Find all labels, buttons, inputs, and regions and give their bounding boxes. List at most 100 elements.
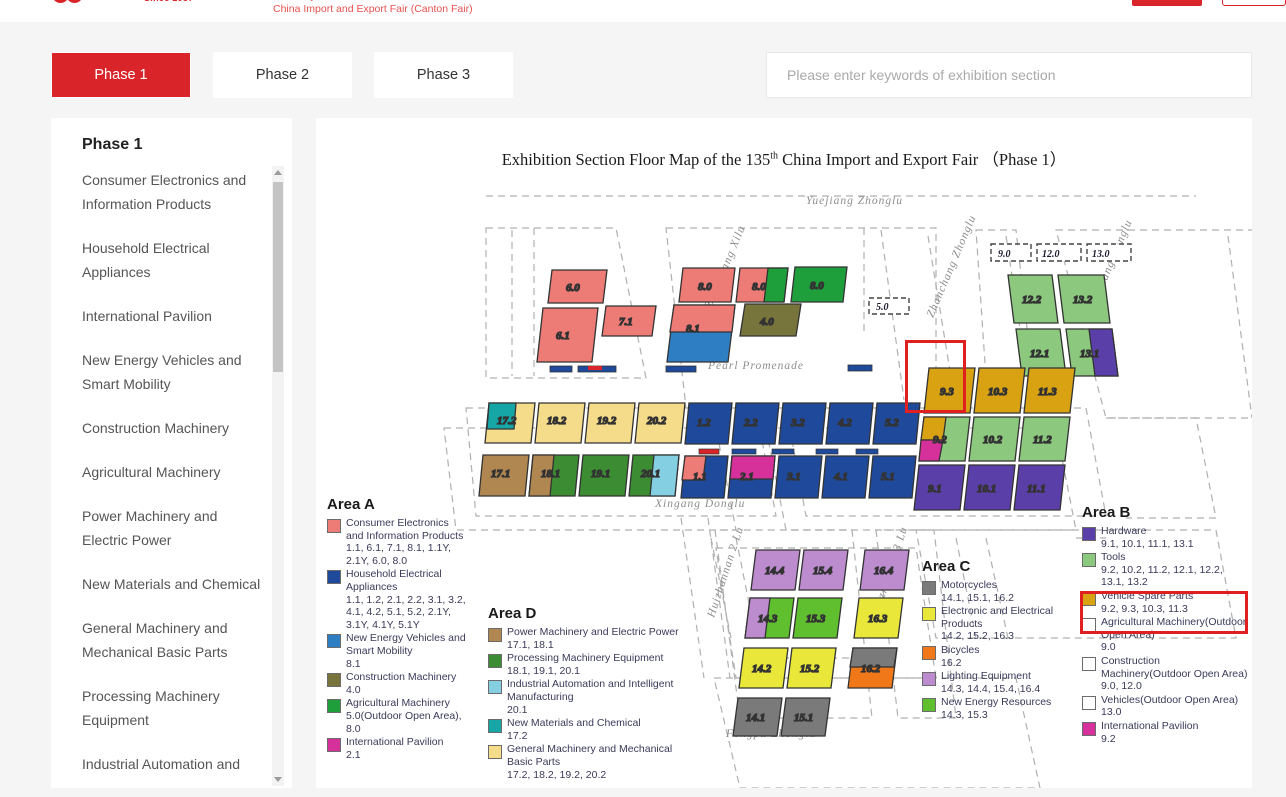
svg-text:18.1: 18.1	[541, 468, 560, 480]
legend-item-consumer-electronics[interactable]: Consumer Electronics and Information Pro…	[327, 517, 467, 567]
hall-17-1[interactable]: 17.1	[478, 454, 530, 497]
hall-18-1[interactable]: 18.1	[528, 454, 580, 497]
hall-19-2[interactable]: 19.2	[584, 402, 636, 444]
halls-1-5-upper: 1.2 2.2 3.2 4.2 5.2	[684, 402, 921, 445]
legend-item-household-appliances[interactable]: Household Electrical Appliances 1.1, 1.2,…	[327, 568, 467, 631]
hall-15-4[interactable]: 15.4	[798, 549, 849, 591]
hall-20-1[interactable]: 20.1	[628, 454, 680, 497]
hall-18-2[interactable]: 18.2	[534, 402, 586, 444]
legend-item-new-materials-chemical[interactable]: New Materials and Chemical 17.2	[488, 717, 700, 742]
legend-area-c: Area C Motorcycles 14.1, 15.1, 16.2 Elect…	[922, 558, 1070, 723]
hall-7-1[interactable]: 7.1	[601, 305, 657, 337]
hall-9-3[interactable]: 9.3	[923, 367, 976, 414]
sidebar-item-household-electrical-appliances[interactable]: Household Electrical Appliances	[82, 236, 266, 284]
hall-12-2[interactable]: 12.2	[1007, 274, 1059, 324]
hall-10-3[interactable]: 10.3	[973, 367, 1026, 414]
legend-swatch-lighting-equipment	[922, 672, 936, 687]
hall-16-2[interactable]: 16.2	[847, 647, 898, 689]
hall-4-1[interactable]: 4.1	[821, 455, 870, 499]
hall-5-1[interactable]: 5.1	[868, 455, 917, 499]
legend-item-hardware[interactable]: Hardware 9.1, 10.1, 11.1, 13.1	[1082, 525, 1248, 550]
sidebar-item-new-energy-vehicles[interactable]: New Energy Vehicles and Smart Mobility	[82, 348, 266, 396]
hall-11-3[interactable]: 11.3	[1023, 367, 1076, 414]
hall-4-0[interactable]: 4.0	[739, 303, 802, 337]
legend-item-tools[interactable]: Tools 9.2, 10.2, 11.2, 12.1, 12.2, 13.1, …	[1082, 551, 1248, 589]
hall-1-1[interactable]: 1.1	[680, 455, 729, 499]
legend-item-electronic-electrical[interactable]: Electronic and Electrical Products 14.2, …	[922, 605, 1070, 643]
search-input[interactable]	[767, 53, 1251, 97]
sidebar-scrollbar[interactable]	[272, 166, 284, 786]
search-container[interactable]	[766, 52, 1252, 98]
legend-item-agricultural-machinery[interactable]: Agricultural Machinery 5.0(Outdoor Open A…	[327, 697, 467, 735]
legend-item-agricultural-machinery-outdoor[interactable]: Agricultural Machinery(Outdoor Open Area…	[1082, 616, 1248, 654]
hall-8-0-c[interactable]: 8.0	[790, 266, 848, 303]
hall-11-2[interactable]: 11.2	[1018, 416, 1071, 462]
legend-label: Bicycles	[941, 643, 980, 656]
legend-item-international-pavilion-a[interactable]: International Pavilion 2.1	[327, 736, 467, 761]
scroll-down-arrow-icon[interactable]	[272, 773, 284, 786]
legend-item-general-machinery[interactable]: General Machinery and Mechanical Basic P…	[488, 743, 700, 781]
legend-item-power-machinery[interactable]: Power Machinery and Electric Power 17.1, …	[488, 626, 700, 651]
legend-item-construction-machinery[interactable]: Construction Machinery 4.0	[327, 671, 467, 696]
legend-item-construction-machinery-outdoor[interactable]: Construction Machinery(Outdoor Open Area…	[1082, 655, 1248, 693]
legend-item-bicycles[interactable]: Bicycles 16.2	[922, 644, 1070, 669]
hall-13-2[interactable]: 13.2	[1057, 274, 1111, 324]
header-primary-button[interactable]	[1132, 0, 1202, 6]
hall-14-3[interactable]: 14.3	[744, 597, 795, 639]
hall-10-2[interactable]: 10.2	[968, 416, 1021, 462]
tab-phase-1[interactable]: Phase 1	[51, 52, 191, 98]
sidebar-item-power-machinery[interactable]: Power Machinery and Electric Power	[82, 504, 266, 552]
hall-15-3[interactable]: 15.3	[792, 597, 843, 639]
hall-16-4[interactable]: 16.4	[859, 549, 910, 591]
hall-20-2[interactable]: 20.2	[634, 402, 686, 444]
hall-3-1[interactable]: 3.1	[774, 455, 823, 499]
legend-item-new-energy-resources[interactable]: New Energy Resources 14.3, 15.3	[922, 696, 1070, 721]
hall-19-1[interactable]: 19.1	[578, 454, 630, 497]
hall-8-0-a[interactable]: 8.0	[678, 267, 736, 303]
legend-item-processing-machinery[interactable]: Processing Machinery Equipment 18.1, 19.1…	[488, 652, 700, 677]
hall-4-2[interactable]: 4.2	[825, 402, 874, 445]
hall-14-1[interactable]: 14.1	[732, 697, 783, 737]
hall-3-2[interactable]: 3.2	[778, 402, 827, 445]
sidebar-item-international-pavilion[interactable]: International Pavilion	[82, 304, 266, 328]
hall-1-2[interactable]: 1.2	[684, 402, 733, 445]
legend-item-international-pavilion-b[interactable]: International Pavilion 9.2	[1082, 720, 1248, 745]
hall-14-4[interactable]: 14.4	[750, 549, 801, 591]
legend-item-new-energy-vehicles[interactable]: New Energy Vehicles and Smart Mobility 8.…	[327, 632, 467, 670]
legend-item-vehicles-outdoor[interactable]: Vehicles(Outdoor Open Area) 13.0	[1082, 694, 1248, 719]
hall-14-2[interactable]: 14.2	[738, 647, 789, 689]
hall-15-2[interactable]: 15.2	[786, 647, 837, 689]
legend-item-motorcycles[interactable]: Motorcycles 14.1, 15.1, 16.2	[922, 579, 1070, 604]
hall-16-3[interactable]: 16.3	[853, 597, 904, 639]
hall-8-0-b[interactable]: 8.0	[735, 267, 789, 303]
scrollbar-thumb[interactable]	[273, 182, 283, 372]
hall-15-1[interactable]: 15.1	[780, 697, 831, 737]
sidebar-item-industrial-automation[interactable]: Industrial Automation and Intelligent Ma…	[82, 752, 266, 776]
tab-phase-2[interactable]: Phase 2	[213, 52, 352, 98]
hall-9-1[interactable]: 9.1	[913, 464, 966, 511]
hall-17-2[interactable]: 17.2	[484, 402, 536, 444]
hall-9-2[interactable]: 9.2	[918, 416, 971, 462]
svg-text:14.4: 14.4	[765, 565, 785, 577]
header-secondary-button[interactable]	[1222, 0, 1286, 6]
sidebar-item-general-machinery[interactable]: General Machinery and Mechanical Basic P…	[82, 616, 266, 664]
hall-6-0[interactable]: 6.0	[547, 269, 608, 304]
halls-9-11-one: 9.1 10.1 11.1	[913, 464, 1066, 511]
hall-8-1[interactable]: 8.1	[666, 304, 736, 363]
hall-2-1[interactable]: 2.1	[727, 455, 776, 499]
sidebar-item-consumer-electronics[interactable]: Consumer Electronics and Information Pro…	[82, 168, 266, 216]
hall-2-2[interactable]: 2.2	[731, 402, 780, 445]
scroll-up-arrow-icon[interactable]	[272, 166, 284, 179]
hall-6-1[interactable]: 6.1	[536, 307, 599, 363]
legend-item-lighting-equipment[interactable]: Lighting Equipment 14.3, 14.4, 15.4, 16.4	[922, 670, 1070, 695]
sidebar-item-processing-machinery[interactable]: Processing Machinery Equipment	[82, 684, 266, 732]
sidebar-item-agricultural-machinery[interactable]: Agricultural Machinery	[82, 460, 266, 484]
hall-5-2[interactable]: 5.2	[872, 402, 921, 445]
legend-item-vehicle-spare-parts[interactable]: Vehicle Spare Parts 9.2, 9.3, 10.3, 11.3	[1082, 590, 1248, 615]
hall-11-1[interactable]: 11.1	[1013, 464, 1066, 511]
hall-10-1[interactable]: 10.1	[963, 464, 1016, 511]
legend-item-industrial-automation[interactable]: Industrial Automation and Intelligent Ma…	[488, 678, 700, 716]
tab-phase-3[interactable]: Phase 3	[374, 52, 513, 98]
sidebar-item-construction-machinery[interactable]: Construction Machinery	[82, 416, 266, 440]
sidebar-item-new-materials-chemical[interactable]: New Materials and Chemical	[82, 572, 266, 596]
